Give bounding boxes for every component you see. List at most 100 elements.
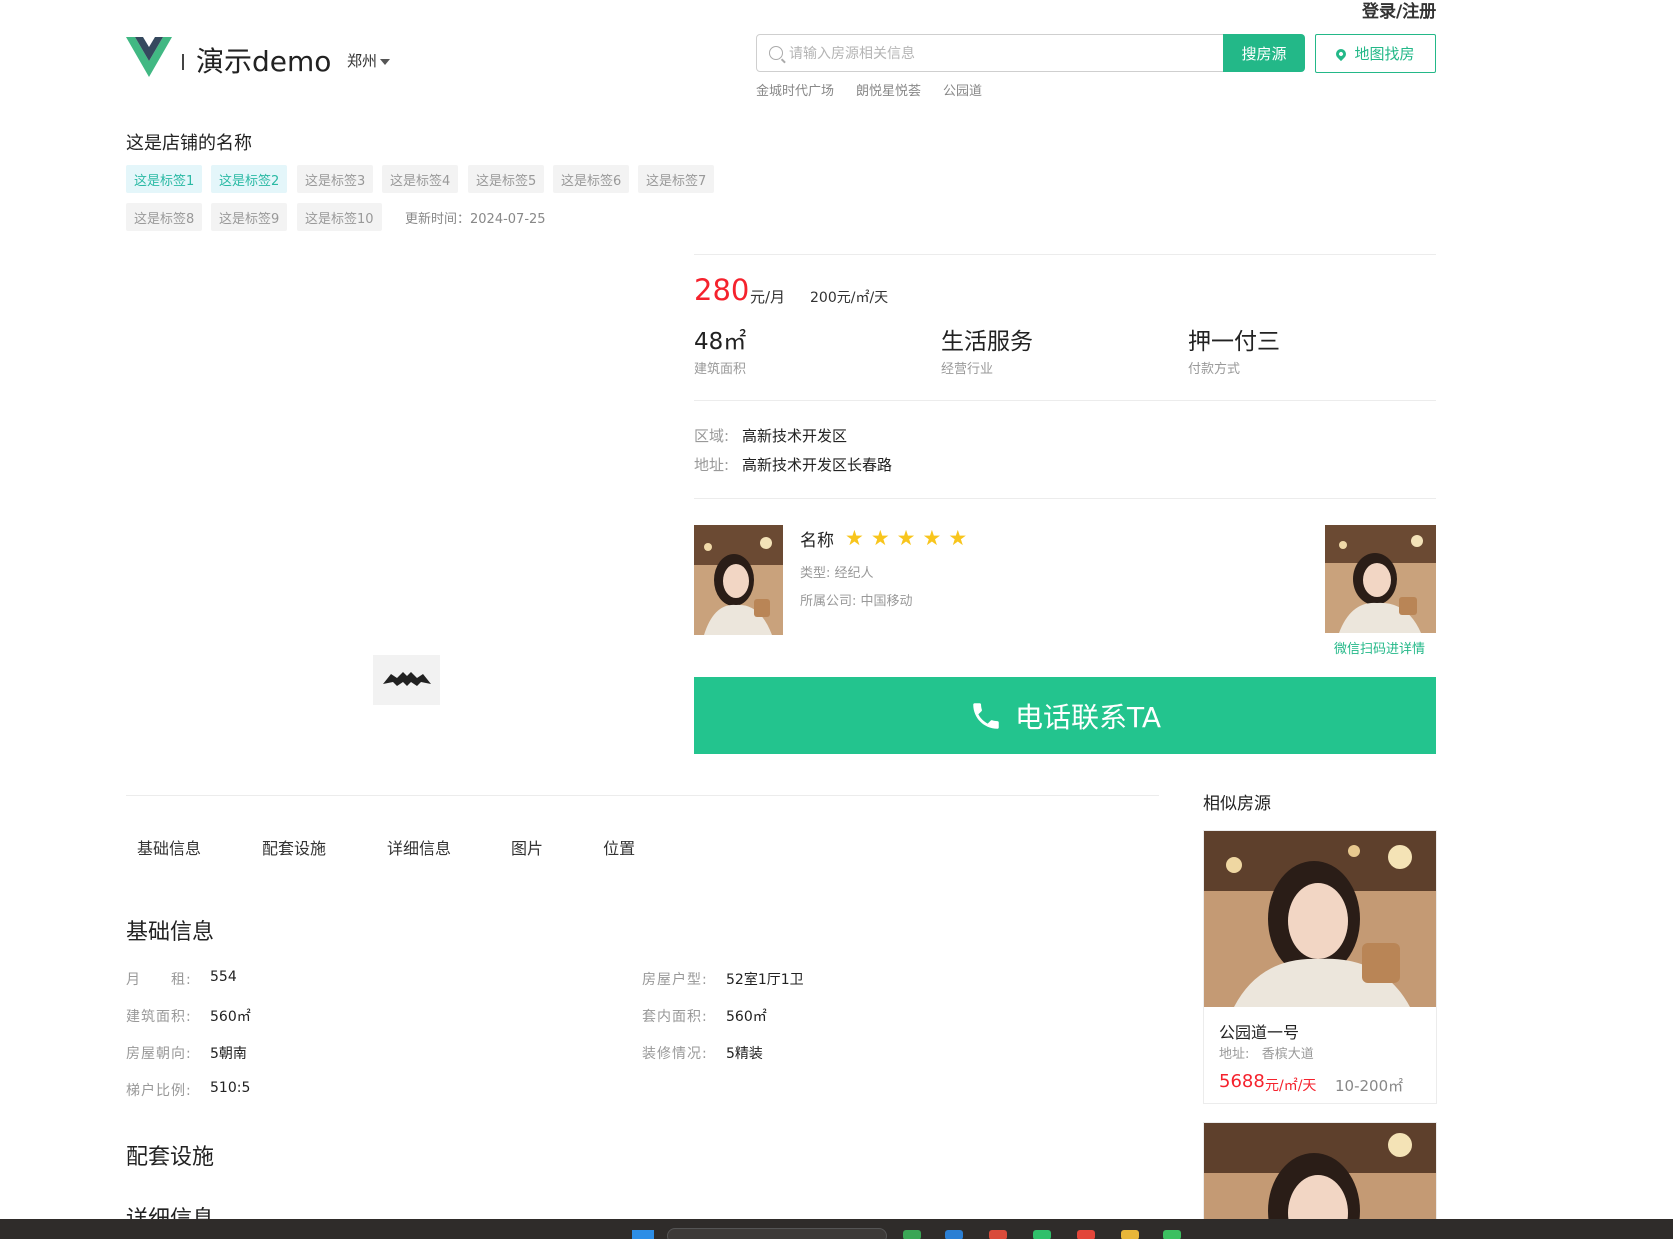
kv-value: 5精装 xyxy=(726,1046,763,1062)
phone-icon xyxy=(973,702,999,729)
search-icon xyxy=(769,46,783,60)
tab-images[interactable]: 图片 xyxy=(511,835,543,859)
city-selector[interactable]: 郑州 xyxy=(347,50,391,71)
call-agent-button[interactable]: 电话联系TA xyxy=(694,677,1436,754)
basic-info-title: 基础信息 xyxy=(126,920,215,945)
tag: 这是标签1 xyxy=(126,165,203,193)
divider xyxy=(126,795,1159,796)
site-title[interactable]: 演示demo xyxy=(196,40,331,80)
hot-search-words: 金城时代广场 朗悦星悦荟 公园道 xyxy=(756,80,982,99)
hot-word[interactable]: 朗悦星悦荟 xyxy=(856,80,921,99)
similar-listings-title: 相似房源 xyxy=(1203,794,1271,814)
tab-details[interactable]: 详细信息 xyxy=(387,835,451,859)
caret-down-icon xyxy=(380,58,391,65)
tag: 这是标签5 xyxy=(468,165,545,193)
logo-divider xyxy=(182,54,184,70)
detail-tabs: 基础信息 配套设施 详细信息 图片 位置 xyxy=(126,835,635,859)
kv-label: 套内面积: xyxy=(642,1009,708,1025)
listing-name: 公园道一号 xyxy=(1219,1023,1300,1042)
tag: 这是标签3 xyxy=(297,165,374,193)
taskbar-app-icon[interactable] xyxy=(1077,1230,1095,1239)
taskbar-app-icon[interactable] xyxy=(1121,1230,1139,1239)
kv-value: 560㎡ xyxy=(726,1009,767,1025)
listing-address: 地址: 香槟大道 xyxy=(1219,1043,1314,1062)
star-icon: ★ xyxy=(948,526,968,550)
map-pin-icon xyxy=(1334,46,1349,61)
wechat-qr-image[interactable] xyxy=(1325,525,1436,633)
kv-label: 建筑面积: xyxy=(126,1009,192,1025)
agent-type: 类型: 经纪人 xyxy=(800,566,874,581)
listing-area: 10-200㎡ xyxy=(1335,1077,1404,1095)
kv-value: 5朝南 xyxy=(210,1046,247,1062)
agent-name: 名称 xyxy=(800,531,834,551)
update-time: 更新时间：2024-07-25 xyxy=(405,212,546,227)
call-agent-label: 电话联系TA xyxy=(1014,700,1162,734)
district-value: 高新技术开发区 xyxy=(742,427,848,445)
tag: 这是标签9 xyxy=(211,203,288,231)
tab-basic-info[interactable]: 基础信息 xyxy=(137,835,201,859)
agent-company: 所属公司: 中国移动 xyxy=(800,594,913,609)
star-icon: ★ xyxy=(845,526,864,550)
listing-address-label: 地址: xyxy=(1219,1047,1250,1062)
listing-price: 5688 xyxy=(1219,1071,1265,1092)
listing-price-unit: 元/㎡/天 xyxy=(1265,1078,1317,1094)
taskbar-app-icon[interactable] xyxy=(1163,1230,1181,1239)
star-icon: ★ xyxy=(870,526,890,550)
stat-payment-label: 付款方式 xyxy=(1188,362,1241,377)
tab-facilities[interactable]: 配套设施 xyxy=(262,835,326,859)
agent-avatar[interactable] xyxy=(694,525,783,635)
kv-label: 房屋户型: xyxy=(642,972,708,988)
taskbar-search-input[interactable] xyxy=(667,1228,887,1239)
kv-label: 房屋朝向: xyxy=(126,1046,192,1062)
kv-value: 52室1厅1卫 xyxy=(726,972,804,988)
tag: 这是标签6 xyxy=(553,165,630,193)
bat-icon xyxy=(382,672,431,686)
stat-industry-value: 生活服务 xyxy=(941,329,1033,355)
kv-value: 554 xyxy=(210,969,237,985)
search-placeholder: 请输入房源相关信息 xyxy=(789,46,915,62)
search-input[interactable]: 请输入房源相关信息 xyxy=(756,34,1224,72)
hot-word[interactable]: 金城时代广场 xyxy=(756,80,834,99)
facilities-title: 配套设施 xyxy=(126,1145,215,1170)
gallery-thumbnail[interactable] xyxy=(373,655,440,705)
listing-image xyxy=(1204,831,1436,1007)
taskbar-app-icon[interactable] xyxy=(989,1230,1007,1239)
stat-payment-value: 押一付三 xyxy=(1188,329,1280,355)
listing-address-value: 香槟大道 xyxy=(1261,1047,1314,1062)
search-button[interactable]: 搜房源 xyxy=(1223,34,1305,72)
stat-industry-label: 经营行业 xyxy=(941,362,994,377)
divider xyxy=(694,498,1436,499)
divider xyxy=(694,254,1436,255)
address-value: 高新技术开发区长春路 xyxy=(742,456,893,474)
taskbar-app-icon[interactable] xyxy=(903,1230,921,1239)
rent-unit: 元/月 xyxy=(750,288,786,306)
tab-location[interactable]: 位置 xyxy=(603,835,635,859)
wechat-qr-tip: 微信扫码进详情 xyxy=(1334,642,1426,657)
stat-area-label: 建筑面积 xyxy=(694,362,747,377)
map-search-button[interactable]: 地图找房 xyxy=(1315,34,1436,73)
similar-listing-card[interactable]: 公园道一号 地址: 香槟大道 5688 元/㎡/天 10-200㎡ xyxy=(1203,830,1437,1104)
kv-label: 月 租: xyxy=(126,972,192,988)
daily-price: 200元/㎡/天 xyxy=(810,290,889,306)
stat-area-value: 48㎡ xyxy=(694,329,747,355)
district-label: 区域: xyxy=(694,427,730,445)
windows-start-icon[interactable] xyxy=(632,1230,654,1239)
city-label: 郑州 xyxy=(347,52,378,70)
vue-logo-icon[interactable] xyxy=(126,37,172,77)
kv-value: 560㎡ xyxy=(210,1009,251,1025)
login-register-link[interactable]: 登录/注册 xyxy=(1362,0,1436,22)
tag: 这是标签4 xyxy=(382,165,459,193)
kv-value: 510:5 xyxy=(210,1080,251,1096)
taskbar-app-icon[interactable] xyxy=(1033,1230,1051,1239)
address-label: 地址: xyxy=(694,456,730,474)
map-search-label: 地图找房 xyxy=(1354,45,1415,63)
tag: 这是标签8 xyxy=(126,203,203,231)
kv-label: 梯户比例: xyxy=(126,1083,192,1099)
star-icon: ★ xyxy=(922,526,942,550)
taskbar-app-icon[interactable] xyxy=(945,1230,963,1239)
store-name: 这是店铺的名称 xyxy=(126,133,252,154)
agent-rating: ★ ★ ★ ★ ★ xyxy=(845,528,967,549)
kv-label: 装修情况: xyxy=(642,1046,708,1062)
tag: 这是标签2 xyxy=(211,165,288,193)
hot-word[interactable]: 公园道 xyxy=(943,80,982,99)
